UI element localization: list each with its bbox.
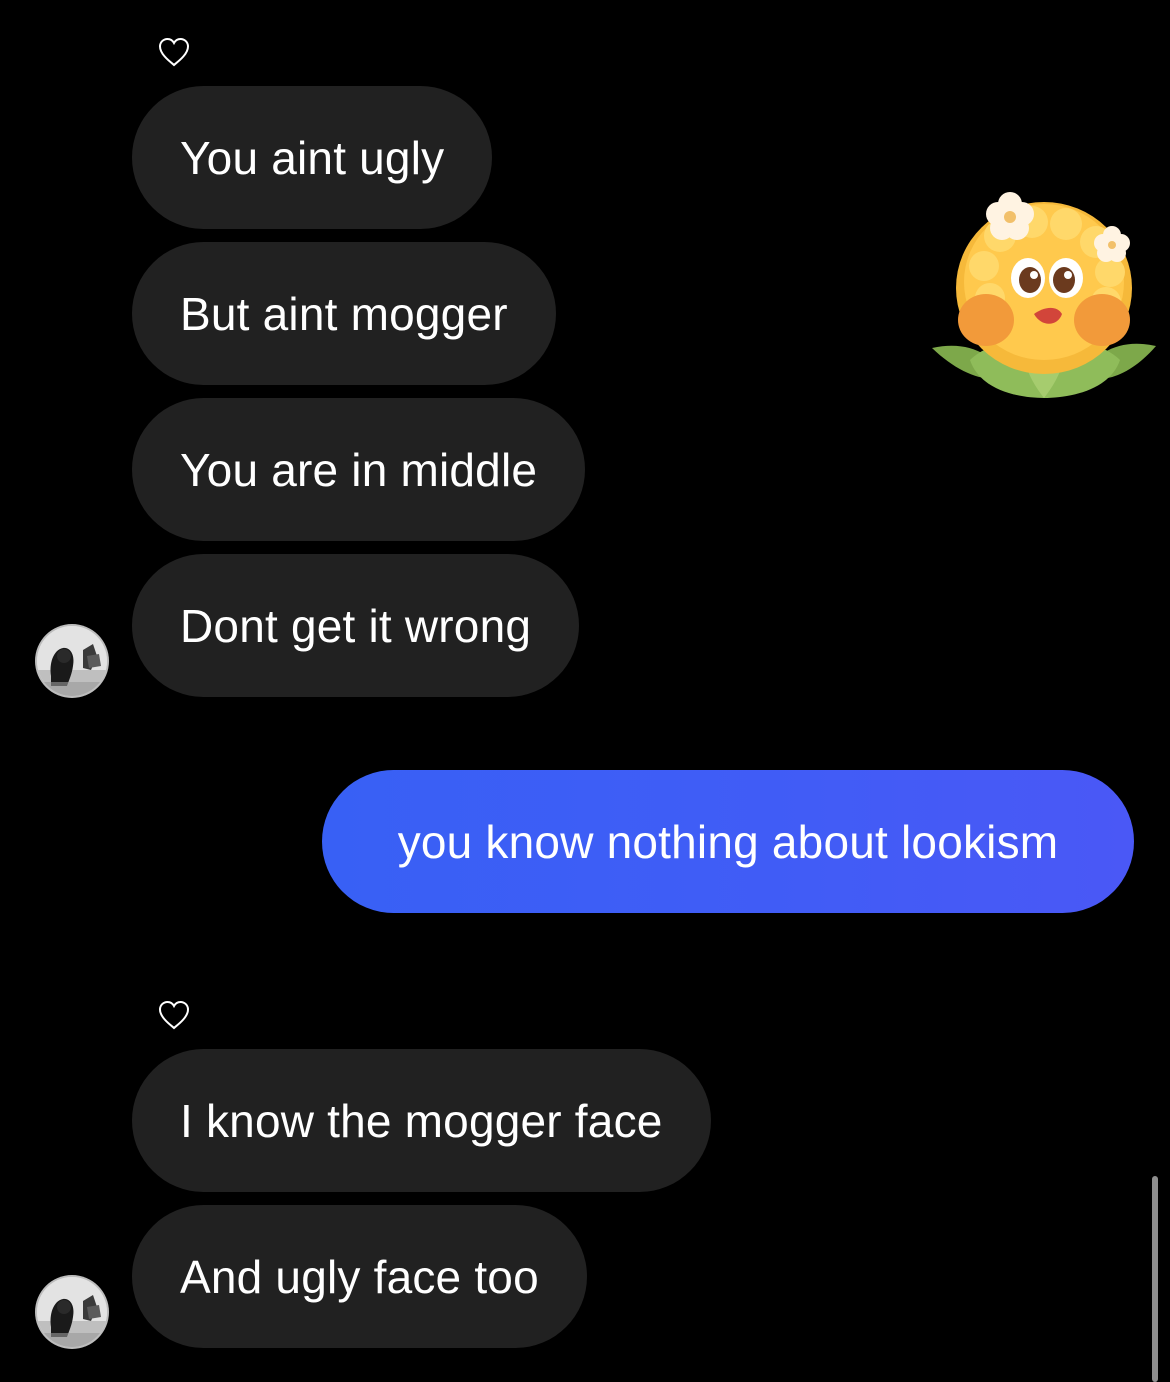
- message-text: You are in middle: [180, 443, 538, 496]
- avatar[interactable]: [37, 1277, 107, 1347]
- message-text: And ugly face too: [180, 1250, 539, 1303]
- incoming-message-bubble[interactable]: You are in middle: [132, 398, 586, 541]
- message-text: Dont get it wrong: [180, 599, 532, 652]
- incoming-message-bubble[interactable]: I know the mogger face: [132, 1049, 711, 1192]
- message-text: But aint mogger: [180, 287, 508, 340]
- message-text: I know the mogger face: [180, 1094, 663, 1147]
- heart-icon[interactable]: [157, 999, 191, 1031]
- incoming-message-bubble[interactable]: And ugly face too: [132, 1205, 587, 1348]
- incoming-message-bubble[interactable]: You aint ugly: [132, 86, 493, 229]
- avatar[interactable]: [37, 626, 107, 696]
- avatar-photo-icon: [37, 1277, 107, 1347]
- incoming-message-bubble[interactable]: But aint mogger: [132, 242, 556, 385]
- incoming-message-bubble[interactable]: Dont get it wrong: [132, 554, 580, 697]
- message-text: you know nothing about lookism: [397, 815, 1059, 868]
- scrollbar[interactable]: [1152, 1176, 1158, 1382]
- heart-icon[interactable]: [157, 36, 191, 68]
- avatar-photo-icon: [37, 626, 107, 696]
- message-text: You aint ugly: [180, 131, 445, 184]
- corn-sticker[interactable]: [930, 190, 1158, 400]
- outgoing-message-bubble[interactable]: you know nothing about lookism: [322, 770, 1134, 913]
